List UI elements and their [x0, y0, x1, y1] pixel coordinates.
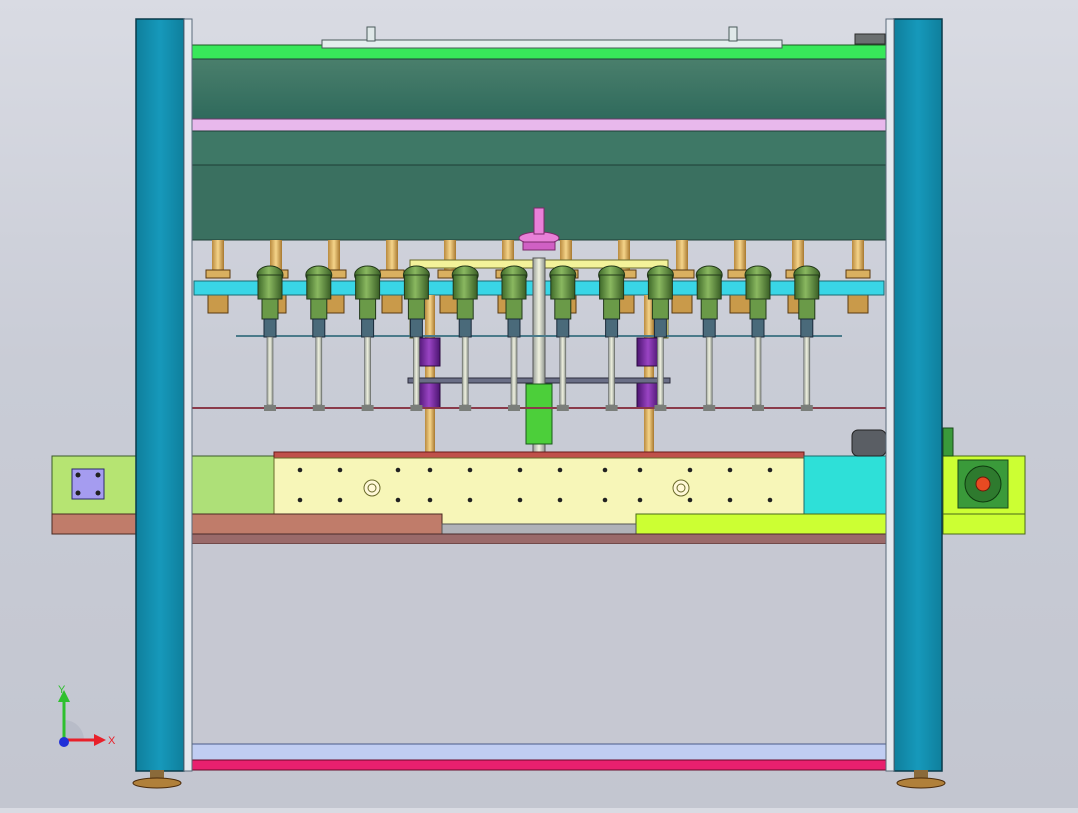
cad-viewport[interactable]: Y X	[0, 0, 1078, 808]
rivet	[427, 467, 433, 473]
bottom-blue-rail	[183, 743, 895, 761]
filling-nozzle	[598, 265, 626, 411]
filling-nozzle	[451, 265, 479, 411]
rivet	[467, 497, 473, 503]
rivet	[637, 467, 643, 473]
rivet	[687, 497, 693, 503]
rivet	[427, 497, 433, 503]
rivet	[767, 497, 773, 503]
filling-nozzle	[744, 265, 772, 411]
filling-nozzle	[793, 265, 821, 411]
dosing-rod	[461, 336, 469, 406]
middle-dark-panel	[191, 130, 887, 166]
dosing-rod	[364, 336, 371, 406]
dosing-rod	[266, 336, 274, 406]
leveling-foot-left	[132, 770, 182, 789]
filling-nozzle	[695, 265, 723, 411]
assembly-drawing	[51, 18, 1026, 789]
rivet	[337, 467, 343, 473]
brass-sleeve	[379, 240, 405, 314]
dosing-rod	[413, 336, 420, 406]
dosing-rod	[754, 336, 762, 406]
filling-nozzle	[500, 265, 528, 411]
y-axis-label: Y	[58, 684, 66, 696]
rivet	[395, 497, 401, 503]
rivet	[517, 467, 523, 473]
right-column	[885, 18, 943, 772]
lower-bay	[192, 544, 886, 744]
rivet	[297, 497, 303, 503]
right-lime-plate	[635, 513, 887, 535]
left-column	[135, 18, 193, 772]
dosing-rod	[657, 336, 664, 406]
axis-triad: Y X	[58, 684, 116, 747]
leveling-foot-right	[896, 770, 946, 789]
top-clamp	[854, 33, 886, 45]
dosing-rod	[315, 336, 323, 406]
upper-dark-panel	[191, 58, 887, 120]
left-salmon-plate	[191, 513, 443, 535]
z-axis-dot	[59, 737, 69, 747]
rivet	[557, 497, 563, 503]
rivet	[637, 497, 643, 503]
filling-nozzle	[549, 265, 577, 411]
dosing-rod	[803, 336, 811, 406]
dosing-rod	[705, 336, 713, 406]
filling-nozzle	[305, 265, 333, 411]
rivet	[727, 467, 733, 473]
brass-sleeve	[205, 240, 231, 314]
filling-nozzle	[354, 265, 382, 411]
rivet	[602, 467, 608, 473]
top-handle-bar	[321, 39, 783, 49]
rivet	[337, 497, 343, 503]
handle-post-right	[728, 26, 738, 42]
rivet	[297, 467, 303, 473]
rivet	[557, 467, 563, 473]
rivet	[395, 467, 401, 473]
rivet	[602, 497, 608, 503]
pink-strip	[191, 118, 887, 132]
dosing-rod	[608, 336, 615, 406]
x-axis-label: X	[108, 735, 116, 747]
filling-nozzle	[256, 265, 284, 411]
dosing-rod	[559, 336, 567, 406]
brass-sleeve	[845, 240, 871, 314]
rivet	[687, 467, 693, 473]
rivet	[517, 497, 523, 503]
rivet	[727, 497, 733, 503]
handle-post-left	[366, 26, 376, 42]
rivet	[467, 467, 473, 473]
rivet	[767, 467, 773, 473]
dosing-rod	[510, 336, 518, 406]
bottom-magenta-rail	[183, 759, 895, 771]
